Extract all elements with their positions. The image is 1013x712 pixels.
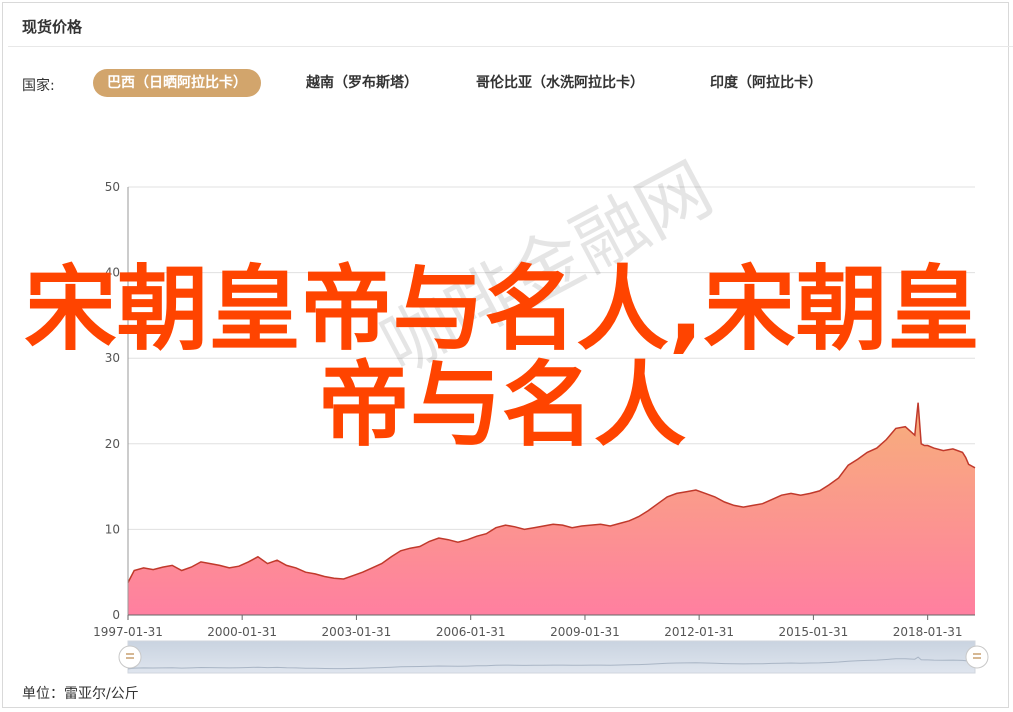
handle-knob[interactable]	[118, 645, 142, 669]
x-tick-label: 2000-01-31	[207, 625, 277, 639]
y-tick-label: 20	[105, 437, 120, 451]
y-tick-label: 10	[105, 522, 120, 536]
y-tick-label: 30	[105, 351, 120, 365]
price-chart: 0 10 20 30 40 50 1997-01-31 2000-01-31 2003-01-3…	[93, 180, 989, 674]
x-tick-label: 2015-01-31	[779, 625, 849, 639]
handle-knob[interactable]	[965, 645, 989, 669]
zoom-handle-right[interactable]	[965, 645, 989, 669]
x-tick-label: 2009-01-31	[550, 625, 620, 639]
unit-label: 单位：雷亚尔/公斤	[22, 686, 139, 702]
x-tick-label: 2012-01-31	[664, 625, 734, 639]
y-tick-label: 40	[105, 266, 120, 280]
x-tick-label: 2006-01-31	[436, 625, 506, 639]
x-tick-label: 2003-01-31	[322, 625, 392, 639]
x-tick-label: 2018-01-31	[893, 625, 963, 639]
y-tick-label: 0	[112, 608, 120, 622]
series-area	[128, 402, 975, 615]
y-tick-label: 50	[105, 180, 120, 194]
zoom-slider-track	[127, 640, 976, 674]
x-tick-label: 1997-01-31	[93, 625, 163, 639]
zoom-handle-left[interactable]	[118, 645, 142, 669]
